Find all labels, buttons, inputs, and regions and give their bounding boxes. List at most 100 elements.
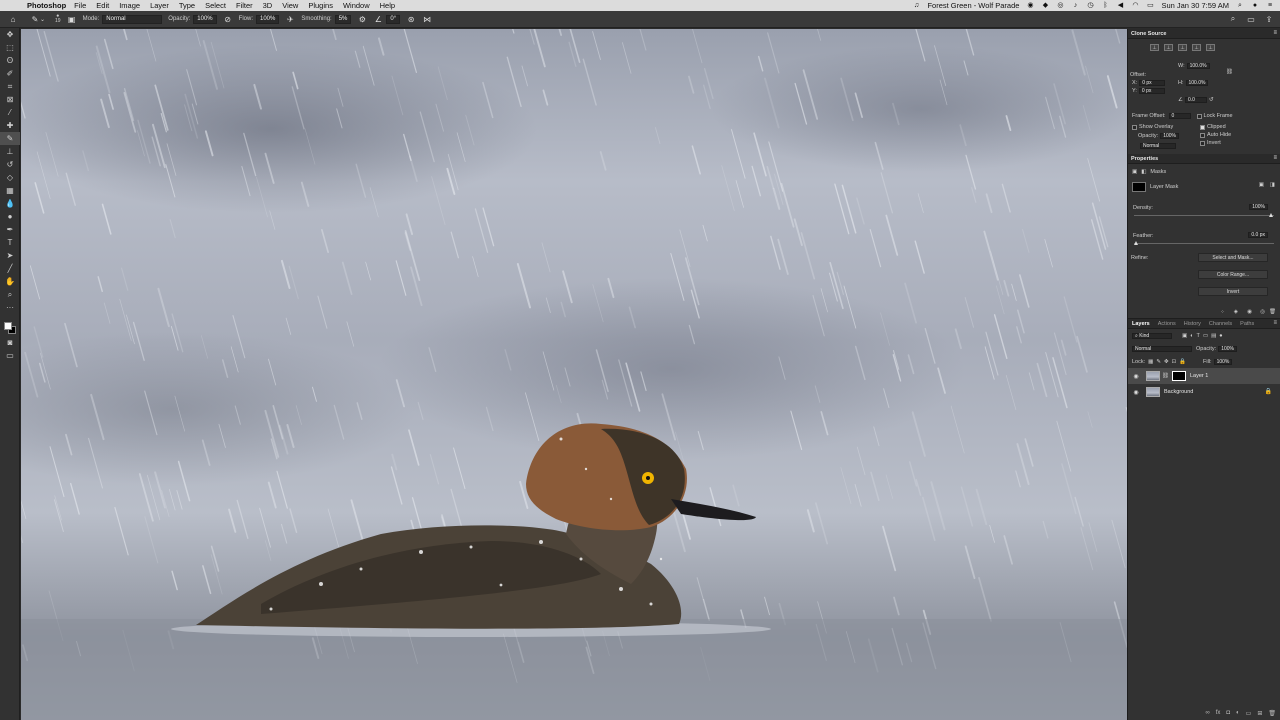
show-overlay-checkbox[interactable] (1132, 124, 1137, 130)
share-icon[interactable]: ⇪ (1264, 14, 1274, 24)
marquee-tool[interactable]: ⬚ (0, 41, 20, 54)
eraser-tool[interactable]: ◇ (0, 171, 20, 184)
h-input[interactable]: 100.0% (1185, 80, 1209, 86)
frame-offset-input[interactable]: 0 (1168, 113, 1191, 119)
color-range-button[interactable]: Color Range... (1198, 270, 1268, 279)
layer-row-layer-1[interactable]: ◉ ⛓ Layer 1 (1128, 368, 1280, 384)
clone-source-1-icon[interactable]: ⊥ (1150, 44, 1159, 51)
history-brush-tool[interactable]: ↺ (0, 158, 20, 171)
smoothing-input[interactable]: 5% (334, 14, 352, 24)
mode-select[interactable]: Normal (102, 14, 163, 24)
overlay-blend-select[interactable]: Normal (1140, 143, 1176, 149)
menu-view[interactable]: View (282, 1, 298, 10)
layer-mask-thumbnail[interactable] (1132, 182, 1146, 192)
panel-menu-icon[interactable]: ≡ (1273, 320, 1277, 326)
overlay-opacity-input[interactable]: 100% (1160, 133, 1179, 139)
panel-menu-icon[interactable]: ≡ (1273, 155, 1277, 161)
properties-header[interactable]: Properties ≡ (1128, 154, 1280, 164)
airbrush-button[interactable]: ✈ (285, 14, 295, 24)
layer-row-background[interactable]: ◉ Background 🔒 (1128, 384, 1280, 400)
crop-tool[interactable]: ⌗ (0, 80, 20, 93)
menu-plugins[interactable]: Plugins (308, 1, 333, 10)
visibility-eye-icon[interactable]: ◉ (1132, 373, 1140, 380)
healing-tool[interactable]: ✚ (0, 119, 20, 132)
delete-layer-icon[interactable]: 🗑 (1268, 710, 1276, 717)
headphones-icon[interactable]: ♪ (1071, 2, 1079, 10)
battery-icon[interactable]: ▭ (1146, 2, 1154, 10)
gradient-tool[interactable]: ▦ (0, 184, 20, 197)
clone-source-2-icon[interactable]: ⊥ (1164, 44, 1173, 51)
y-offset-input[interactable]: 0 px (1138, 88, 1165, 94)
pressure-opacity-button[interactable]: ⊘ (223, 14, 233, 24)
search-icon[interactable]: ⌕ (1228, 14, 1238, 24)
menu-edit[interactable]: Edit (96, 1, 109, 10)
tab-actions[interactable]: Actions (1154, 321, 1180, 327)
blur-tool[interactable]: 💧 (0, 197, 20, 210)
flow-input[interactable]: 100% (256, 14, 280, 24)
app-menu[interactable]: Photoshop (27, 1, 66, 10)
layer-filter-select[interactable]: ⌕ Kind (1132, 332, 1172, 339)
smoothing-options-button[interactable]: ⚙ (357, 14, 367, 24)
angle-input[interactable]: 0.0 (1184, 97, 1207, 103)
apply-mask-icon[interactable]: ◈ (1234, 309, 1238, 315)
menu-image[interactable]: Image (119, 1, 140, 10)
feather-slider-knob[interactable] (1134, 241, 1138, 245)
tool-preset-picker[interactable]: ✎ ⌄ (30, 14, 45, 24)
layer-blend-select[interactable]: Normal (1132, 345, 1192, 352)
menu-window[interactable]: Window (343, 1, 370, 10)
clone-source-4-icon[interactable]: ⊥ (1192, 44, 1201, 51)
workspace-icon[interactable]: ▭ (1246, 14, 1256, 24)
time-machine-icon[interactable]: ◷ (1086, 2, 1094, 10)
tab-paths[interactable]: Paths (1236, 321, 1258, 327)
visibility-eye-icon[interactable]: ◉ (1132, 389, 1140, 396)
tab-layers[interactable]: Layers (1128, 321, 1154, 327)
filter-type-icons[interactable]: ▣◐T▭▤● (1182, 333, 1226, 339)
layer-mask-thumbnail[interactable] (1171, 371, 1186, 381)
clock[interactable]: Sun Jan 30 7:59 AM (1161, 1, 1229, 10)
zoom-tool[interactable]: ⌕ (0, 288, 20, 301)
move-tool[interactable]: ✥ (0, 28, 20, 41)
edit-toolbar[interactable]: ··· (0, 301, 20, 314)
mask-eye-icon[interactable]: ◎ (1260, 309, 1265, 315)
frame-tool[interactable]: ⊠ (0, 93, 20, 106)
panel-menu-icon[interactable]: ≡ (1273, 30, 1277, 36)
dropbox-icon[interactable]: ◆ (1041, 2, 1049, 10)
invert-overlay-checkbox[interactable] (1200, 140, 1205, 146)
link-icon[interactable]: ⛓ (1226, 69, 1233, 75)
type-tool[interactable]: T (0, 236, 20, 249)
line-tool[interactable]: ╱ (0, 262, 20, 275)
menu-help[interactable]: Help (380, 1, 395, 10)
density-slider-knob[interactable] (1269, 213, 1273, 217)
screen-mode-button[interactable]: ▭ (0, 349, 20, 362)
layer-opacity-input[interactable]: 100% (1218, 345, 1237, 352)
chain-link-icon[interactable]: ⛓ (1162, 373, 1169, 379)
search-icon[interactable]: ⌕ (1236, 2, 1244, 10)
eyedropper-tool[interactable]: ⁄ (0, 106, 20, 119)
delete-mask-icon[interactable]: 🗑 (1269, 309, 1276, 315)
lock-frame-checkbox[interactable] (1196, 113, 1202, 119)
vector-mask-icon[interactable]: ◧ (1141, 169, 1146, 175)
lock-option-icons[interactable]: ▦✎✥⊡🔒 (1148, 359, 1189, 365)
notification-center-icon[interactable]: ≡ (1266, 2, 1274, 10)
lasso-tool[interactable]: ʘ (0, 54, 20, 67)
add-vector-mask-icon[interactable]: ◨ (1270, 182, 1275, 188)
menu-file[interactable]: File (74, 1, 86, 10)
adjustment-layer-icon[interactable]: ◐ (1236, 710, 1240, 717)
pen-tool[interactable]: ✒ (0, 223, 20, 236)
siri-icon[interactable]: ● (1251, 2, 1259, 10)
clone-source-5-icon[interactable]: ⊥ (1206, 44, 1215, 51)
clone-source-header[interactable]: Clone Source ≡ (1128, 29, 1280, 39)
pressure-size-button[interactable]: ⊛ (406, 14, 416, 24)
load-selection-icon[interactable]: ⁘ (1220, 309, 1225, 315)
quick-select-tool[interactable]: ✐ (0, 67, 20, 80)
path-select-tool[interactable]: ➤ (0, 249, 20, 262)
document-canvas[interactable] (21, 29, 1127, 720)
angle-input[interactable]: 0° (386, 14, 401, 24)
menu-type[interactable]: Type (179, 1, 195, 10)
invert-mask-button[interactable]: Invert (1198, 287, 1268, 296)
layer-name[interactable]: Background (1164, 389, 1193, 395)
dodge-tool[interactable]: ● (0, 210, 20, 223)
music-icon[interactable]: ♫ (912, 2, 920, 10)
fx-icon[interactable]: fx (1216, 710, 1221, 717)
gamepad-icon[interactable]: ◉ (1026, 2, 1034, 10)
